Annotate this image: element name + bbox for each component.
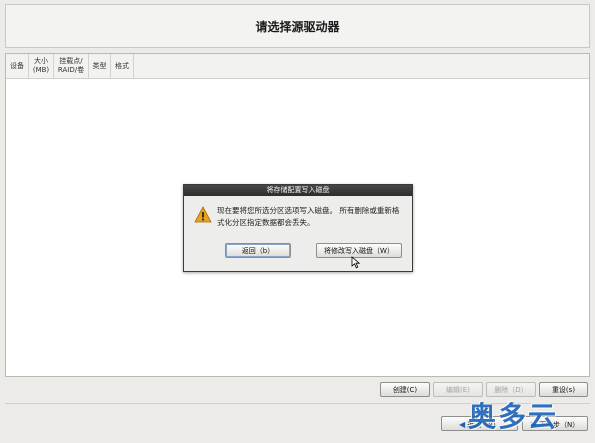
back-arrow-icon: ◀	[459, 420, 466, 429]
warning-icon	[194, 206, 212, 223]
column-size[interactable]: 大小 (MB)	[29, 54, 54, 78]
column-mountpoint[interactable]: 挂载点/ RAID/卷	[54, 54, 89, 78]
column-device[interactable]: 设备	[6, 54, 29, 78]
mouse-pointer-icon	[351, 256, 360, 269]
watermark-logo: 奥多云	[468, 400, 559, 433]
column-filler	[134, 54, 589, 78]
dialog-title: 将存储配置写入磁盘	[184, 185, 412, 196]
page-title: 请选择源驱动器	[255, 19, 340, 34]
table-header: 设备 大小 (MB) 挂载点/ RAID/卷 类型 格式	[6, 54, 589, 79]
delete-button[interactable]: 删除（D）	[486, 382, 536, 397]
back-b-button[interactable]: 返回（b）	[225, 243, 291, 258]
column-type[interactable]: 类型	[89, 54, 111, 78]
dialog-body: 现在要将您所选分区选项写入磁盘。 所有删除或重新格式化分区指定数据都会丢失。 返…	[184, 196, 412, 271]
installer-header: 请选择源驱动器	[5, 4, 590, 48]
column-format[interactable]: 格式	[111, 54, 134, 78]
write-to-disk-dialog: 将存储配置写入磁盘 现在要将您所选分区选项写入磁盘。 所有删除或重新格式化分区指…	[183, 184, 413, 272]
reset-button[interactable]: 重设(s)	[539, 382, 588, 397]
dialog-message: 现在要将您所选分区选项写入磁盘。 所有删除或重新格式化分区指定数据都会丢失。	[217, 206, 400, 227]
create-button[interactable]: 创建(C)	[380, 382, 430, 397]
edit-button[interactable]: 编辑(E)	[433, 382, 483, 397]
